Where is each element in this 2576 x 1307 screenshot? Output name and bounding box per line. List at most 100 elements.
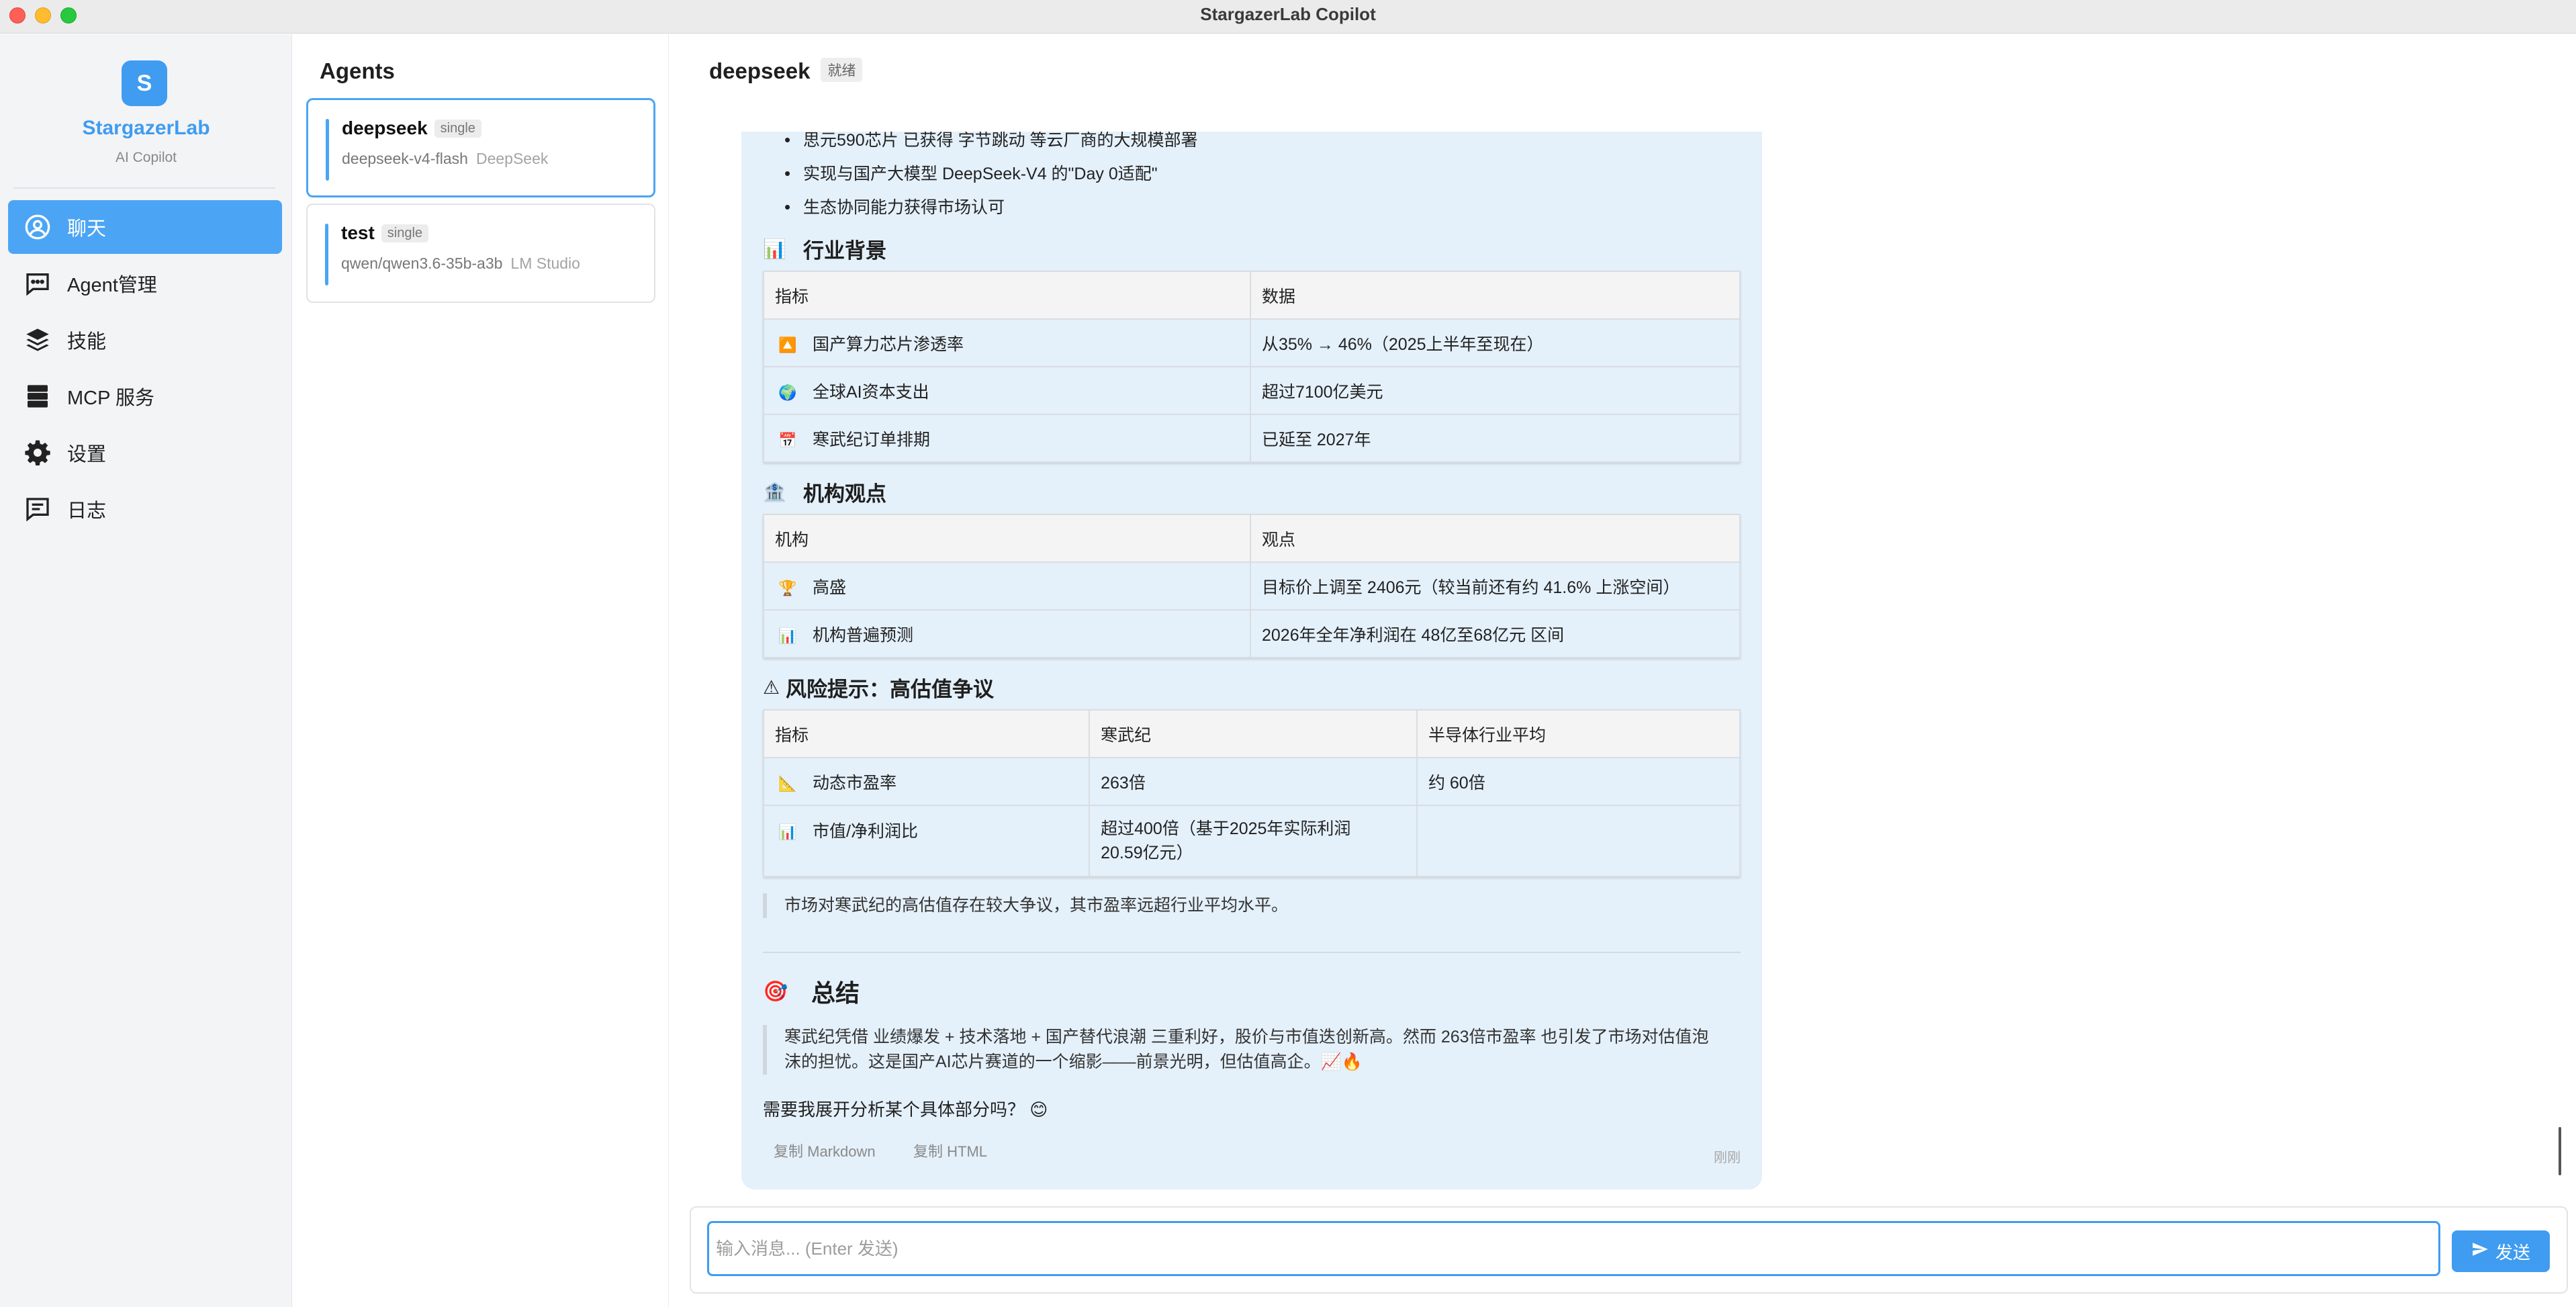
sidebar-item-label: 技能 <box>67 331 107 353</box>
sidebar-divider <box>13 187 275 189</box>
table-row: 📐 动态市盈率 263倍 约 60倍 <box>762 757 1741 806</box>
send-icon <box>2471 1241 2495 1263</box>
cell-text: 寒武纪订单排期 <box>813 430 931 449</box>
table-row: 🌍 全球AI资本支出 超过7100亿美元 <box>763 366 1741 415</box>
up-arrow-icon: 🔼 <box>778 336 797 353</box>
table-header: 指标 <box>762 709 1091 758</box>
copy-markdown-button[interactable]: 复制 Markdown <box>774 1140 876 1161</box>
section-title: 行业背景 <box>803 239 886 263</box>
send-button[interactable]: 发送 <box>2452 1230 2550 1272</box>
agent-type-badge: single <box>434 120 481 138</box>
table-row: 🏆 高盛 目标价上调至 2406元（较当前还有约 41.6% 上涨空间） <box>763 561 1741 611</box>
sidebar-item-label: 聊天 <box>67 218 107 240</box>
layers-icon <box>23 325 52 355</box>
table-header: 指标 <box>763 271 1251 320</box>
section-title: 总结 <box>811 979 860 1007</box>
agent-provider: LM Studio <box>510 255 580 272</box>
message-timestamp: 刚刚 <box>1714 1151 1741 1165</box>
table-cell: 目标价上调至 2406元（较当前还有约 41.6% 上涨空间） <box>1249 561 1741 611</box>
window-title: StargazerLab Copilot <box>1200 4 1376 24</box>
section-title: 机构观点 <box>803 482 886 506</box>
section-heading-summary: 🎯 总结 <box>763 974 860 1009</box>
cell-text: 国产算力芯片渗透率 <box>813 334 964 354</box>
blockquote-summary: 寒武纪凭借 业绩爆发 + 技术落地 + 国产替代浪潮 三重利好，股价与市值迭创新… <box>763 1025 1741 1075</box>
institutions-table: 机构 观点 🏆 高盛 目标价上调至 2406元（较当前还有约 41.6% 上涨空间… <box>763 514 1741 658</box>
bank-icon: 🏦 <box>763 482 786 502</box>
sidebar-item-settings[interactable]: 设置 <box>8 426 282 480</box>
agent-card-deepseek[interactable]: deepseek single deepseek-v4-flash DeepSeek <box>306 98 655 197</box>
agent-accent-bar <box>325 224 328 285</box>
agents-title: Agents <box>320 58 395 83</box>
table-cell: 已延至 2027年 <box>1249 414 1741 463</box>
table-header-row: 指标 寒武纪 半导体行业平均 <box>762 709 1741 758</box>
copy-html-button[interactable]: 复制 HTML <box>913 1140 987 1161</box>
table-cell: 超过400倍（基于2025年实际利润20.59亿元） <box>1089 805 1418 877</box>
cell-text: 动态市盈率 <box>813 773 897 793</box>
table-header-row: 机构 观点 <box>763 514 1741 563</box>
brand-subtitle: AI Copilot <box>115 150 177 165</box>
cell-text: 市值/净利润比 <box>813 822 918 841</box>
sidebar-item-mcp-services[interactable]: MCP 服务 <box>8 369 282 423</box>
table-cell: 约 60倍 <box>1416 757 1741 806</box>
bar-chart-icon: 📊 <box>763 238 786 259</box>
trophy-icon: 🏆 <box>778 579 797 596</box>
agent-model-text: deepseek-v4-flash <box>342 150 468 167</box>
agent-name: test single <box>341 222 429 244</box>
table-cell: 2026年全年净利润在 48亿至68亿元 区间 <box>1249 609 1741 658</box>
agent-provider: DeepSeek <box>475 150 549 167</box>
agent-accent-bar <box>326 119 329 181</box>
cell-text: 超过400倍（基于2025年实际利润20.59亿元） <box>1101 819 1351 862</box>
assistant-message: 思元590芯片 已获得 字节跳动 等云厂商的大规模部署 实现与国产大模型 Dee… <box>741 132 1762 1189</box>
horizontal-divider <box>763 952 1741 953</box>
risk-table: 指标 寒武纪 半导体行业平均 📐 动态市盈率 263倍 约 60倍 📊 市值/净利润… <box>762 709 1741 877</box>
chat-scrollbar[interactable] <box>2559 1127 2561 1175</box>
log-icon <box>23 494 52 524</box>
list-item: 思元590芯片 已获得 字节跳动 等云厂商的大规模部署 <box>803 132 1198 157</box>
brand-name: StargazerLab <box>82 117 210 139</box>
agent-card-test[interactable]: test single qwen/qwen3.6-35b-a3b LM Studio <box>306 204 655 303</box>
table-header: 寒武纪 <box>1089 709 1418 758</box>
table-cell <box>1416 805 1741 877</box>
app-logo: S <box>122 60 167 106</box>
title-bar: StargazerLab Copilot <box>0 0 2576 34</box>
sidebar-item-agent-management[interactable]: Agent管理 <box>8 257 282 310</box>
table-header-row: 指标 数据 <box>763 271 1741 320</box>
chat-agent-name: deepseek <box>709 58 811 83</box>
calendar-icon: 📅 <box>778 431 797 449</box>
agent-type-badge: single <box>381 224 429 242</box>
followup-question: 需要我展开分析某个具体部分吗？ 😊 <box>763 1099 1048 1120</box>
table-row: 📅 寒武纪订单排期 已延至 2027年 <box>763 414 1741 463</box>
industry-table: 指标 数据 🔼 国产算力芯片渗透率 从35% → 46%（2025上半年至现在） … <box>763 271 1741 463</box>
agent-model-text: qwen/qwen3.6-35b-a3b <box>341 255 503 272</box>
user-circle-icon <box>23 212 52 242</box>
agent-name: deepseek single <box>342 118 481 139</box>
sidebar-item-label: Agent管理 <box>67 275 157 296</box>
ruler-icon: 📐 <box>778 774 797 792</box>
table-cell: 🏆 高盛 <box>763 561 1251 611</box>
list-item: 实现与国产大模型 DeepSeek-V4 的"Day 0适配" <box>803 157 1198 191</box>
cell-text: 高盛 <box>813 578 847 597</box>
agents-panel: Agents deepseek single deepseek-v4-flash D… <box>293 34 669 1307</box>
table-row: 🔼 国产算力芯片渗透率 从35% → 46%（2025上半年至现在） <box>763 318 1741 367</box>
chat-bubble-icon <box>23 269 52 298</box>
cell-text: 机构普遍预测 <box>813 625 914 645</box>
table-row: 📊 市值/净利润比 超过400倍（基于2025年实际利润20.59亿元） <box>762 805 1741 877</box>
table-cell: 📊 机构普遍预测 <box>763 609 1251 658</box>
sidebar-item-logs[interactable]: 日志 <box>8 482 282 536</box>
server-icon <box>23 381 52 411</box>
table-cell: 超过7100亿美元 <box>1249 366 1741 415</box>
cell-text: 全球AI资本支出 <box>813 382 929 402</box>
table-cell: 📐 动态市盈率 <box>762 757 1091 806</box>
sidebar-item-skills[interactable]: 技能 <box>8 313 282 367</box>
sidebar-item-label: 日志 <box>67 500 107 522</box>
sidebar-item-chat[interactable]: 聊天 <box>8 200 282 254</box>
status-badge: 就绪 <box>821 58 863 82</box>
list-item: 生态协同能力获得市场认可 <box>803 191 1198 224</box>
composer: 发送 <box>690 1206 2568 1294</box>
globe-icon: 🌍 <box>778 384 797 401</box>
section-title: 风险提示：高估值争议 <box>786 678 994 701</box>
message-input[interactable] <box>707 1221 2440 1276</box>
bar-chart-icon: 📊 <box>778 823 797 840</box>
blockquote-risk: 市场对寒武纪的高估值存在较大争议，其市盈率远超行业平均水平。 <box>763 893 1741 918</box>
table-header: 数据 <box>1249 271 1741 320</box>
